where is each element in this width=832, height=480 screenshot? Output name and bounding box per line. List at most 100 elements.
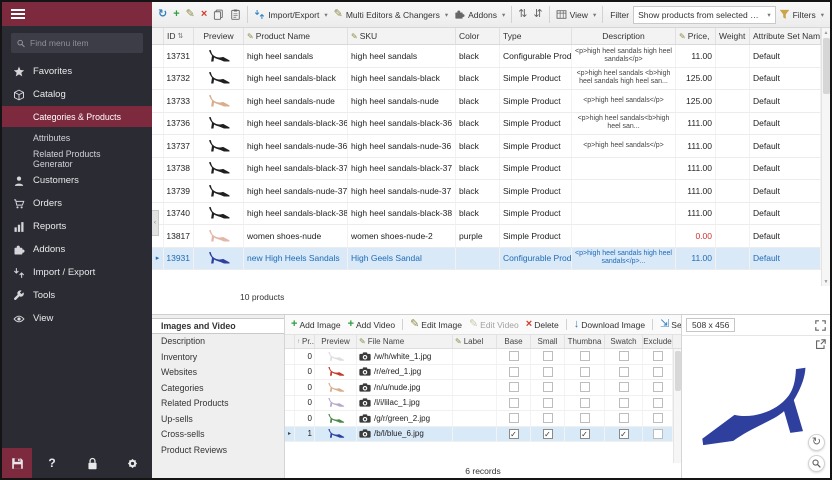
view-menu[interactable]: View ▾ <box>553 7 600 22</box>
column-header-attribute-set[interactable]: Attribute Set Name <box>750 28 821 44</box>
scroll-down-arrow[interactable]: ▼ <box>824 277 829 286</box>
base-checkbox[interactable]: ✓ <box>509 429 519 439</box>
small-checkbox[interactable] <box>543 382 553 392</box>
product-row[interactable]: 13733high heel sandals-nudehigh heel san… <box>152 90 821 113</box>
refresh-button[interactable]: ↻ <box>155 7 170 22</box>
product-row[interactable]: 13736high heel sandals-black-36high heel… <box>152 113 821 136</box>
collapse-sidebar-handle[interactable]: ‹ <box>152 210 159 236</box>
product-row[interactable]: 13732high heel sandals-blackhigh heel sa… <box>152 68 821 91</box>
swatch-checkbox[interactable] <box>619 382 629 392</box>
sidebar-item-customers[interactable]: Customers <box>2 169 152 192</box>
base-checkbox[interactable] <box>509 398 519 408</box>
paste-button[interactable] <box>227 7 244 22</box>
column-header-priority[interactable]: ↑ Pr... <box>295 335 315 348</box>
save-button[interactable] <box>2 448 32 478</box>
product-row[interactable]: 13740high heel sandals-black-38high heel… <box>152 203 821 226</box>
import-export-menu[interactable]: Import/Export ▾ <box>251 7 330 22</box>
tab-cross-sells[interactable]: Cross-sells <box>152 427 284 443</box>
column-header-product-name[interactable]: ✎ Product Name <box>244 28 348 44</box>
add-image-button[interactable]: +Add Image <box>288 318 344 331</box>
addons-menu[interactable]: Addons ▾ <box>451 7 508 22</box>
filters-button[interactable]: Filters ▾ <box>776 7 827 22</box>
column-header-weight[interactable]: Weight <box>716 28 750 44</box>
column-header-preview[interactable]: Preview <box>315 335 357 348</box>
column-header-small[interactable]: Small <box>531 335 565 348</box>
fullscreen-icon[interactable] <box>815 320 826 331</box>
column-header-sku[interactable]: ✎ SKU <box>348 28 456 44</box>
add-product-button[interactable]: + <box>170 7 182 22</box>
menu-icon[interactable] <box>11 9 25 19</box>
add-video-button[interactable]: +Add Video <box>345 318 399 331</box>
tab-up-sells[interactable]: Up-sells <box>152 411 284 427</box>
swatch-checkbox[interactable] <box>619 351 629 361</box>
sort-ascending-button[interactable]: ⇅ <box>515 7 530 22</box>
search-input[interactable] <box>30 38 137 48</box>
sidebar-item-tools[interactable]: Tools <box>2 284 152 307</box>
image-row[interactable]: 0/w/h/white_1.jpg <box>285 349 673 365</box>
base-checkbox[interactable] <box>509 413 519 423</box>
multi-editors-menu[interactable]: ✎ Multi Editors & Changers ▾ <box>331 7 452 22</box>
thumbnail-checkbox[interactable] <box>580 382 590 392</box>
sidebar-item-addons[interactable]: Addons <box>2 238 152 261</box>
settings-button[interactable] <box>117 448 147 478</box>
sidebar-item-related-products-generator[interactable]: Related Products Generator <box>2 148 152 169</box>
tab-description[interactable]: Description <box>152 334 284 350</box>
small-checkbox[interactable] <box>543 351 553 361</box>
lock-button[interactable] <box>77 448 107 478</box>
column-header-file-name[interactable]: ✎ File Name <box>357 335 453 348</box>
delete-product-button[interactable]: × <box>198 7 210 22</box>
sidebar-item-import-export[interactable]: Import / Export <box>2 261 152 284</box>
thumbnail-checkbox[interactable] <box>580 413 590 423</box>
base-checkbox[interactable] <box>509 351 519 361</box>
scroll-thumb[interactable] <box>675 351 681 391</box>
copy-button[interactable] <box>210 7 227 22</box>
small-checkbox[interactable] <box>543 413 553 423</box>
column-header-color[interactable]: Color <box>456 28 500 44</box>
product-row[interactable]: 13731high heel sandalshigh heel sandalsb… <box>152 45 821 68</box>
edit-image-button[interactable]: ✎Edit Image <box>407 318 465 331</box>
filter-select[interactable]: Show products from selected categories ▾ <box>633 6 776 24</box>
small-checkbox[interactable] <box>543 367 553 377</box>
product-row[interactable]: ▸13931new High Heels SandalsHigh Geels S… <box>152 248 821 271</box>
set-resize-rule-button[interactable]: ⇲Set Resize Rule▾ <box>657 318 681 331</box>
column-header-id[interactable]: ID ⇅ <box>164 28 194 44</box>
column-header-base[interactable]: Base <box>497 335 531 348</box>
scroll-thumb[interactable] <box>823 38 830 94</box>
delete-button[interactable]: ×Delete <box>523 318 562 331</box>
exclude-checkbox[interactable] <box>653 367 663 377</box>
column-header-exclude[interactable]: Exclude <box>643 335 673 348</box>
thumbnail-checkbox[interactable]: ✓ <box>580 429 590 439</box>
image-row[interactable]: 0/r/e/red_1.jpg <box>285 365 673 381</box>
image-row[interactable]: 0/g/r/green_2.jpg <box>285 411 673 427</box>
sidebar-item-orders[interactable]: Orders <box>2 192 152 215</box>
vertical-scrollbar[interactable]: ▲ ▼ <box>821 28 830 286</box>
tab-inventory[interactable]: Inventory <box>152 349 284 365</box>
thumbnail-checkbox[interactable] <box>580 398 590 408</box>
tab-images-and-video[interactable]: Images and Video <box>152 318 284 334</box>
small-checkbox[interactable] <box>543 398 553 408</box>
swatch-checkbox[interactable] <box>619 398 629 408</box>
images-vertical-scrollbar[interactable] <box>673 349 681 463</box>
sidebar-item-favorites[interactable]: Favorites <box>2 60 152 83</box>
image-row[interactable]: 0/l/i/lilac_1.jpg <box>285 396 673 412</box>
exclude-checkbox[interactable] <box>653 351 663 361</box>
edit-product-button[interactable]: ✎ <box>183 7 198 22</box>
open-external-icon[interactable] <box>815 339 826 350</box>
exclude-checkbox[interactable] <box>653 413 663 423</box>
column-header-price[interactable]: ✎ Price, <box>676 28 716 44</box>
column-header-preview[interactable]: Preview <box>194 28 244 44</box>
exclude-checkbox[interactable] <box>653 382 663 392</box>
column-header-type[interactable]: Type <box>500 28 572 44</box>
help-button[interactable]: ? <box>37 448 67 478</box>
thumbnail-checkbox[interactable] <box>580 367 590 377</box>
tab-product-reviews[interactable]: Product Reviews <box>152 442 284 458</box>
thumbnail-checkbox[interactable] <box>580 351 590 361</box>
swatch-checkbox[interactable] <box>619 367 629 377</box>
swatch-checkbox[interactable] <box>619 413 629 423</box>
swatch-checkbox[interactable]: ✓ <box>619 429 629 439</box>
sidebar-item-reports[interactable]: Reports <box>2 215 152 238</box>
sidebar-item-categories-products[interactable]: Categories & Products <box>2 106 152 127</box>
small-checkbox[interactable]: ✓ <box>543 429 553 439</box>
base-checkbox[interactable] <box>509 382 519 392</box>
column-header-description[interactable]: Description <box>572 28 676 44</box>
